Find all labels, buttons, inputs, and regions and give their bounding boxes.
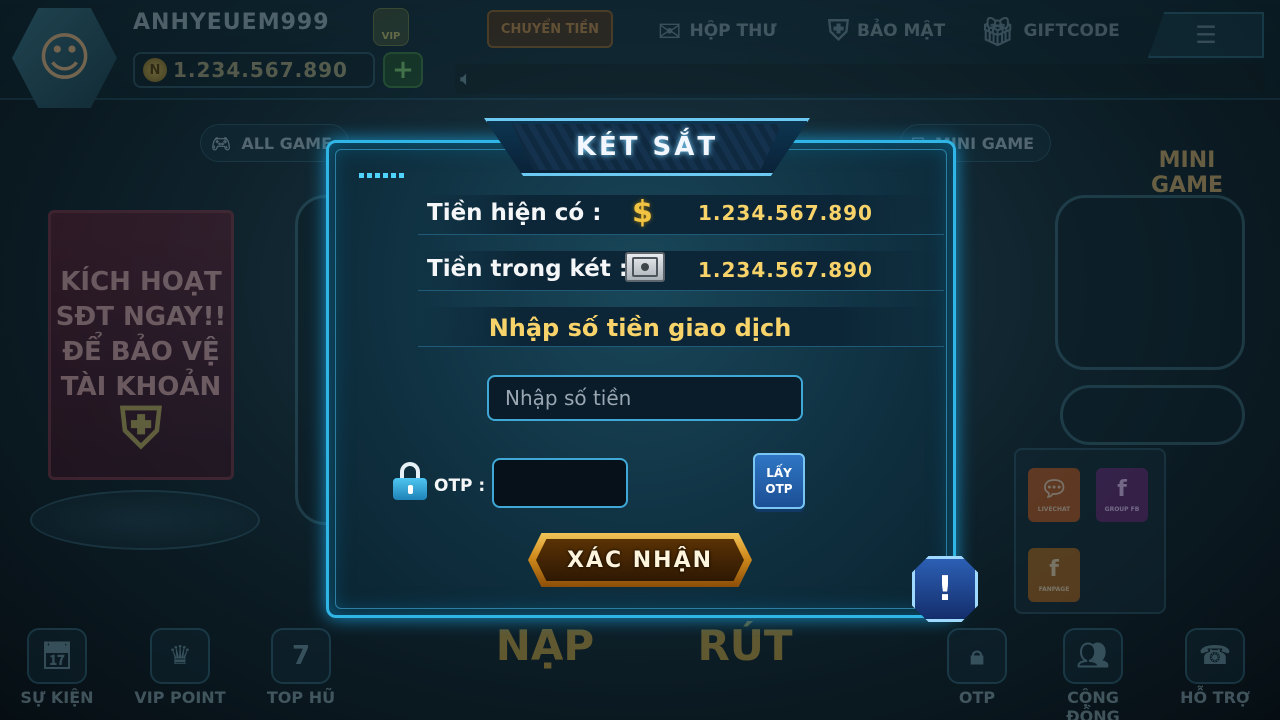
username: ANHYEUEM999 — [133, 10, 330, 35]
dialog-decoration — [359, 173, 407, 178]
nav-giftcode-label: GIFTCODE — [1023, 21, 1120, 41]
gift-icon: 🎁︎ — [980, 14, 1016, 48]
bottom-nav-community[interactable]: 👥︎ CỘNG ĐỒNG — [1038, 628, 1148, 720]
confirm-button[interactable]: XÁC NHẬN — [536, 539, 744, 581]
dialog-title: KÉT SẮT — [575, 132, 719, 162]
gamepad-icon: 🎮︎ — [211, 133, 232, 153]
current-money-label: Tiền hiện có : — [427, 200, 602, 226]
coin-icon: N — [143, 58, 167, 82]
nav-security[interactable]: ⛨ BẢO MẬT — [828, 14, 945, 48]
group-fb-label: GROUP FB — [1104, 506, 1140, 513]
nav-security-label: BẢO MẬT — [857, 21, 946, 41]
bottom-nav-label: VIP POINT — [134, 688, 226, 707]
game-slot-frame[interactable] — [1055, 195, 1245, 370]
promo-line-2: SĐT NGAY!! — [55, 302, 227, 332]
nav-mailbox[interactable]: ✉ HỘP THƯ — [658, 14, 777, 48]
otp-input[interactable] — [492, 458, 628, 508]
livechat-label: LIVECHAT — [1037, 506, 1071, 513]
livechat-button[interactable]: 💬︎ LIVECHAT — [1028, 468, 1080, 522]
lock-icon — [393, 462, 427, 500]
bottom-nav-label: SỰ KIỆN — [20, 688, 94, 707]
bottom-nav-label: HỖ TRỢ — [1180, 688, 1250, 707]
fanpage-button[interactable]: f FANPAGE — [1028, 548, 1080, 602]
game-slot-frame[interactable] — [1060, 385, 1245, 445]
safe-door — [632, 257, 658, 277]
category-all-game-label: ALL GAME — [241, 133, 333, 153]
bottom-nav-support[interactable]: ☎ HỖ TRỢ — [1160, 628, 1270, 707]
menu-button[interactable]: ☰ — [1148, 12, 1264, 58]
deposit-button[interactable]: NẠP — [470, 615, 620, 675]
nav-giftcode[interactable]: 🎁︎ GIFTCODE — [980, 14, 1120, 48]
amount-input[interactable] — [487, 375, 803, 421]
hamburger-icon: ☰ — [1195, 21, 1217, 49]
info-button[interactable]: ! — [912, 556, 978, 622]
community-icon: 👥︎ — [1063, 628, 1123, 684]
otp-label: OTP : — [434, 476, 486, 496]
withdraw-button[interactable]: RÚT — [670, 615, 820, 675]
balance-value: 1.234.567.890 — [173, 58, 348, 82]
slot-icon: 7 — [271, 628, 331, 684]
bottom-nav-label: OTP — [958, 688, 996, 707]
chat-icon: 💬︎ — [1040, 477, 1068, 502]
safe-dial — [641, 263, 649, 271]
nav-mailbox-label: HỘP THƯ — [689, 21, 777, 41]
group-fb-button[interactable]: f GROUP FB — [1096, 468, 1148, 522]
bottom-nav-top-hu[interactable]: 7 TOP HŨ — [246, 628, 356, 707]
minigame-logo-top: MINI — [1158, 148, 1216, 173]
dialog-title-bar: KÉT SẮT — [512, 124, 782, 170]
section-title: Nhập số tiền giao dịch — [488, 314, 792, 342]
bottom-nav-events[interactable]: 📅︎ SỰ KIỆN — [2, 628, 112, 707]
promo-line-3: ĐỂ BẢO VỆ — [62, 337, 220, 367]
bottom-nav-label: TOP HŨ — [266, 688, 336, 707]
speaker-icon[interactable]: 🔈︎ — [460, 66, 472, 90]
current-money-value: 1.234.567.890 — [698, 201, 873, 225]
promo-line-1: KÍCH HOẠT — [60, 267, 222, 297]
lock-body — [393, 478, 427, 500]
lock-icon: 🔒︎ — [947, 628, 1007, 684]
bottom-nav-vip-point[interactable]: ♛ VIP POINT — [125, 628, 235, 707]
facebook-icon: f — [1117, 477, 1127, 502]
safe-money-value: 1.234.567.890 — [698, 258, 873, 282]
bottom-nav-label: CỘNG ĐỒNG — [1066, 688, 1120, 720]
fanpage-label: FANPAGE — [1038, 586, 1070, 593]
calendar-icon: 📅︎ — [27, 628, 87, 684]
vip-badge[interactable]: VIP — [373, 8, 409, 46]
notice-bar — [455, 64, 1265, 94]
minigame-logo-bottom: GAME — [1150, 173, 1223, 198]
crown-icon: ♛ — [150, 628, 210, 684]
add-funds-button[interactable]: + — [383, 52, 423, 88]
promo-card[interactable]: KÍCH HOẠT SĐT NGAY!! ĐỂ BẢO VỆ TÀI KHOẢN… — [48, 210, 234, 480]
balance-box: N 1.234.567.890 — [133, 52, 375, 88]
shield-check-icon: ⛨ — [120, 396, 162, 461]
dollar-icon: $ — [632, 195, 653, 230]
bottom-nav-otp[interactable]: 🔒︎ OTP — [922, 628, 1032, 707]
mail-icon: ✉ — [658, 14, 682, 48]
support-icon: ☎ — [1185, 628, 1245, 684]
shield-icon: ⛨ — [828, 14, 850, 47]
safe-icon — [625, 252, 665, 282]
get-otp-button[interactable]: LẤY OTP — [753, 453, 805, 509]
facebook-icon: f — [1049, 557, 1059, 582]
pedestal — [30, 490, 260, 550]
safe-money-label: Tiền trong két : — [427, 256, 629, 282]
transfer-button[interactable]: CHUYỂN TIỀN — [487, 10, 613, 48]
minigame-logo[interactable]: MINI GAME — [1122, 100, 1252, 200]
